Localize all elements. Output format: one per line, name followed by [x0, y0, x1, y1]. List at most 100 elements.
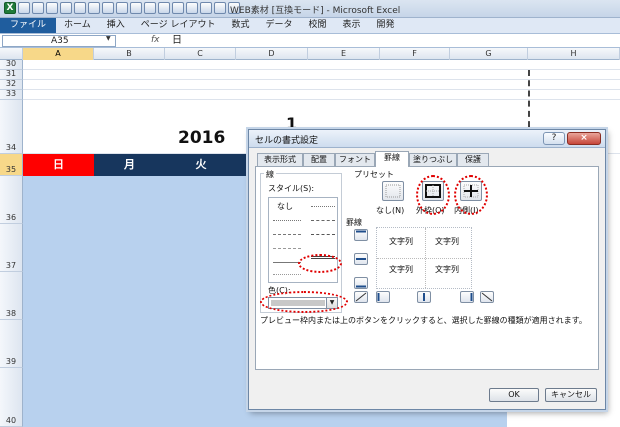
border-diagonal-down-button[interactable] — [480, 291, 494, 303]
tab-data[interactable]: データ — [257, 18, 300, 33]
line-style-option[interactable] — [273, 234, 301, 235]
tab-developer[interactable]: 開発 — [369, 18, 403, 33]
column-header-h[interactable]: H — [528, 48, 620, 60]
ok-button[interactable]: OK — [489, 388, 539, 402]
border-middle-vertical-button[interactable] — [417, 291, 431, 303]
preview-text: 文字列 — [435, 237, 459, 246]
border-top-button[interactable] — [354, 229, 368, 241]
calendar-year[interactable]: 2016 — [178, 128, 225, 148]
line-style-option[interactable] — [311, 206, 335, 207]
line-style-option[interactable] — [311, 234, 335, 235]
tab-fill[interactable]: 塗りつぶし — [409, 153, 457, 166]
row-header[interactable]: 38 — [0, 272, 23, 320]
border-diagonal-up-button[interactable] — [354, 291, 368, 303]
highlight-circle — [416, 175, 450, 215]
row-header[interactable]: 37 — [0, 224, 23, 272]
line-group-label: 線 — [264, 169, 276, 180]
style-label: スタイル(S): — [268, 184, 315, 193]
border-left-button[interactable] — [376, 291, 390, 303]
tab-font[interactable]: フォント — [335, 153, 375, 166]
name-box-dropdown-icon[interactable]: ▼ — [106, 35, 111, 42]
border-middle-horizontal-button[interactable] — [354, 253, 368, 265]
column-header-d[interactable]: D — [236, 48, 308, 60]
line-style-none[interactable]: なし — [277, 201, 293, 212]
border-left-icon — [377, 293, 380, 301]
new-icon[interactable] — [32, 2, 44, 14]
font-color-icon[interactable] — [130, 2, 142, 14]
column-header-e[interactable]: E — [308, 48, 380, 60]
preset-none-icon — [385, 184, 401, 198]
excel-logo-icon[interactable]: X — [4, 2, 16, 14]
filter-icon[interactable] — [158, 2, 170, 14]
column-header-c[interactable]: C — [165, 48, 236, 60]
tab-page-layout[interactable]: ページ レイアウト — [133, 18, 224, 33]
column-header-a[interactable]: A — [23, 48, 94, 60]
column-header-b[interactable]: B — [94, 48, 165, 60]
border-help-text: プレビュー枠内または上のボタンをクリックすると、選択した罫線の種類が適用されます… — [260, 316, 587, 325]
border-right-icon — [470, 293, 473, 301]
highlight-circle — [260, 291, 348, 313]
formula-bar: A35 ▼ fx 日 — [0, 34, 620, 48]
tab-review[interactable]: 校閲 — [300, 18, 334, 33]
grid-line — [23, 69, 620, 70]
tab-alignment[interactable]: 配置 — [303, 153, 335, 166]
undo-icon[interactable] — [74, 2, 86, 14]
tab-view[interactable]: 表示 — [335, 18, 369, 33]
preset-none-button[interactable] — [382, 181, 404, 201]
dialog-title: セルの書式設定 — [255, 136, 319, 146]
save-icon[interactable] — [18, 2, 30, 14]
weekday-tuesday-cell[interactable]: 火 — [165, 154, 237, 176]
border-middle-horizontal-icon — [356, 258, 366, 260]
redo-icon[interactable] — [88, 2, 100, 14]
border-icon[interactable] — [102, 2, 114, 14]
tab-border[interactable]: 罫線 — [375, 151, 409, 167]
close-button[interactable]: × — [567, 132, 601, 145]
weekday-sunday-cell[interactable]: 日 — [23, 154, 94, 176]
help-button[interactable]: ? — [543, 132, 565, 145]
row-header[interactable]: 34 — [0, 100, 23, 154]
window-title: WEB素材 [互換モード] - Microsoft Excel — [230, 6, 401, 16]
line-style-option[interactable] — [273, 220, 301, 221]
border-right-button[interactable] — [460, 291, 474, 303]
cancel-button[interactable]: キャンセル — [545, 388, 597, 402]
column-header-f[interactable]: F — [380, 48, 450, 60]
open-icon[interactable] — [46, 2, 58, 14]
dialog-title-bar[interactable]: セルの書式設定 ? × — [249, 130, 605, 148]
tab-protection[interactable]: 保護 — [457, 153, 489, 166]
border-bottom-button[interactable] — [354, 277, 368, 289]
column-header-g[interactable]: G — [450, 48, 528, 60]
row-header[interactable]: 36 — [0, 176, 23, 224]
weekday-monday-cell[interactable]: 月 — [94, 154, 165, 176]
preset-none-label: なし(N) — [376, 206, 405, 215]
line-style-option[interactable] — [273, 274, 301, 275]
insert-function-icon[interactable]: fx — [151, 35, 160, 45]
row-header[interactable]: 39 — [0, 320, 23, 368]
name-box[interactable]: A35 — [2, 35, 116, 47]
line-style-option[interactable] — [273, 248, 301, 249]
tab-insert[interactable]: 挿入 — [99, 18, 133, 33]
preview-text: 文字列 — [389, 265, 413, 274]
fill-color-icon[interactable] — [116, 2, 128, 14]
border-top-icon — [356, 230, 366, 233]
tab-file[interactable]: ファイル — [0, 18, 57, 33]
formula-input[interactable]: 日 — [172, 34, 182, 47]
freeze-icon[interactable] — [214, 2, 226, 14]
line-style-option[interactable] — [311, 220, 335, 221]
sort-icon[interactable] — [144, 2, 156, 14]
chart-icon[interactable] — [172, 2, 184, 14]
border-preview[interactable]: 文字列 文字列 文字列 文字列 — [376, 227, 472, 289]
highlight-circle — [454, 175, 488, 215]
tab-formulas[interactable]: 数式 — [223, 18, 257, 33]
grid-icon[interactable] — [200, 2, 212, 14]
row-header[interactable]: 40 — [0, 368, 23, 427]
line-style-option[interactable] — [273, 262, 301, 263]
print-icon[interactable] — [60, 2, 72, 14]
grid-line — [23, 79, 620, 80]
row-header[interactable]: 33 — [0, 89, 23, 100]
title-bar: X WEB素材 [互換モード] - Microsoft Excel — [0, 0, 620, 18]
tab-home[interactable]: ホーム — [56, 18, 99, 33]
tab-number-format[interactable]: 表示形式 — [257, 153, 303, 166]
table-icon[interactable] — [186, 2, 198, 14]
row-header-selected[interactable]: 35 — [0, 154, 23, 176]
border-middle-vertical-icon — [423, 293, 425, 301]
